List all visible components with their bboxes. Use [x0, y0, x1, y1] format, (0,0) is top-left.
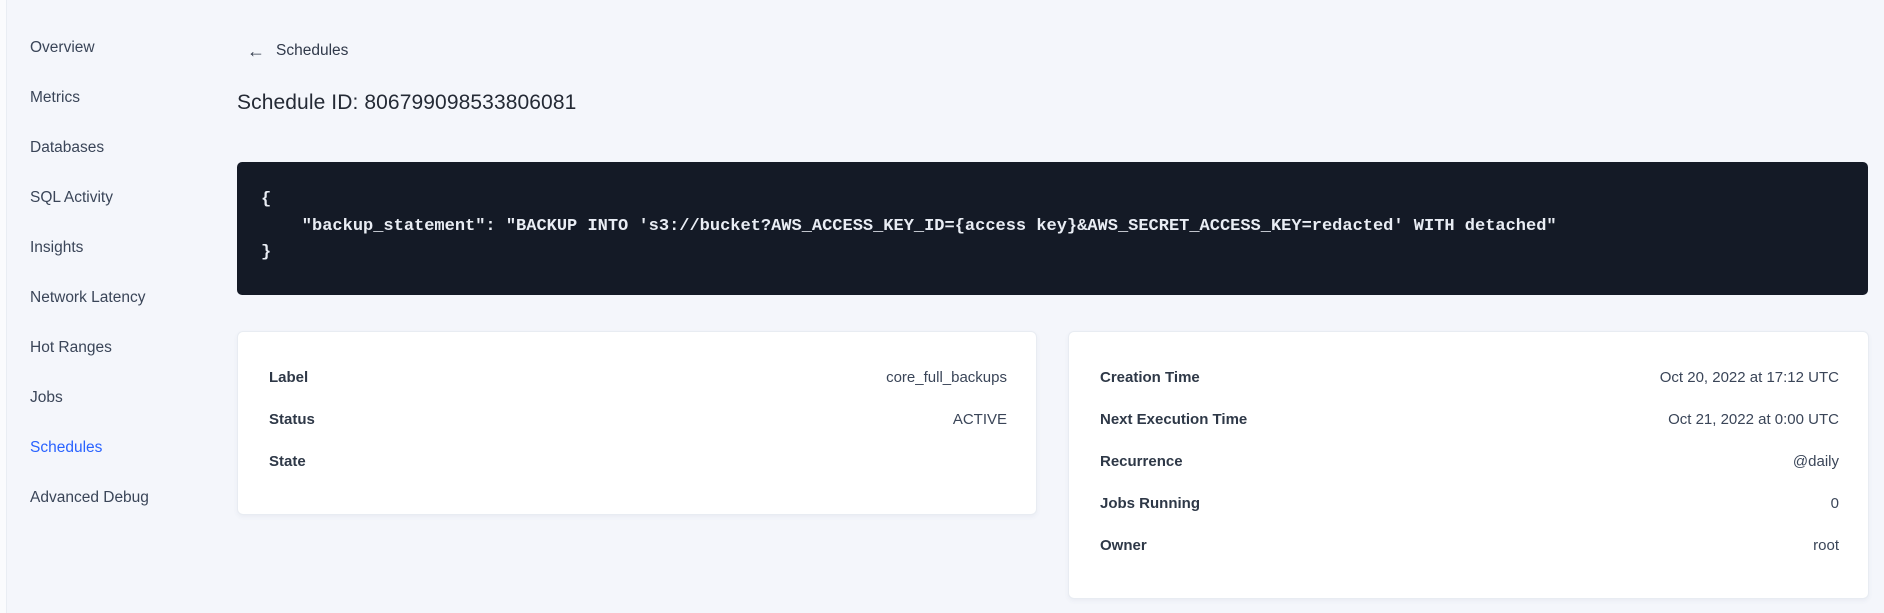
code-line: "backup_statement": "BACKUP INTO 's3://b…	[261, 216, 1557, 236]
detail-row-recurrence: Recurrence @daily	[1100, 440, 1839, 482]
sidebar-item-metrics[interactable]: Metrics	[8, 73, 236, 123]
schedule-details-page: Overview Metrics Databases SQL Activity …	[0, 0, 1884, 613]
sidebar-item-label: Insights	[30, 239, 84, 256]
row-label: Recurrence	[1100, 452, 1183, 470]
schedule-timing-card: Creation Time Oct 20, 2022 at 17:12 UTC …	[1068, 331, 1869, 599]
row-value: Oct 20, 2022 at 17:12 UTC	[1659, 368, 1839, 386]
detail-row-creation-time: Creation Time Oct 20, 2022 at 17:12 UTC	[1100, 356, 1839, 398]
detail-row-next-execution-time: Next Execution Time Oct 21, 2022 at 0:00…	[1100, 398, 1839, 440]
sidebar-item-sql-activity[interactable]: SQL Activity	[8, 173, 236, 223]
sidebar-item-schedules[interactable]: Schedules	[8, 423, 236, 473]
sidebar-item-label: Databases	[30, 139, 105, 156]
detail-row-jobs-running: Jobs Running 0	[1100, 482, 1839, 524]
row-label: Owner	[1100, 536, 1147, 554]
row-value: root	[1813, 536, 1839, 554]
row-value: ACTIVE	[952, 410, 1007, 428]
detail-row-owner: Owner root	[1100, 524, 1839, 566]
sidebar-item-label: Metrics	[30, 89, 80, 106]
row-label: State	[269, 452, 306, 470]
sidebar-item-insights[interactable]: Insights	[8, 223, 236, 273]
back-link-schedules[interactable]: ← Schedules	[247, 42, 348, 60]
row-label: Next Execution Time	[1100, 410, 1248, 428]
detail-row-state: State	[269, 440, 1007, 482]
row-value: 0	[1830, 494, 1839, 512]
sidebar-item-hot-ranges[interactable]: Hot Ranges	[8, 323, 236, 373]
detail-row-label: Label core_full_backups	[269, 356, 1007, 398]
detail-row-status: Status ACTIVE	[269, 398, 1007, 440]
sidebar-item-databases[interactable]: Databases	[8, 123, 236, 173]
row-label: Status	[269, 410, 315, 428]
code-line: {	[261, 190, 272, 209]
sidebar: Overview Metrics Databases SQL Activity …	[8, 23, 236, 523]
back-link-label: Schedules	[276, 42, 349, 59]
sidebar-item-label: Jobs	[30, 389, 63, 406]
page-title: Schedule ID: 806799098533806081	[237, 91, 577, 114]
sidebar-item-jobs[interactable]: Jobs	[8, 373, 236, 423]
sidebar-item-label: Overview	[30, 39, 95, 56]
sidebar-item-advanced-debug[interactable]: Advanced Debug	[8, 473, 236, 523]
sidebar-item-label: Schedules	[30, 439, 103, 456]
schedule-status-card: Label core_full_backups Status ACTIVE St…	[237, 331, 1037, 515]
row-value: @daily	[1792, 452, 1839, 470]
sidebar-item-label: Network Latency	[30, 289, 146, 306]
schedule-definition-code-block: { "backup_statement": "BACKUP INTO 's3:/…	[237, 162, 1868, 295]
sidebar-item-label: SQL Activity	[30, 189, 113, 206]
sidebar-item-network-latency[interactable]: Network Latency	[8, 273, 236, 323]
code-line: }	[261, 243, 272, 262]
row-value: Oct 21, 2022 at 0:00 UTC	[1668, 410, 1839, 428]
main-content: ← Schedules Schedule ID: 806799098533806…	[237, 0, 1869, 613]
row-label: Jobs Running	[1100, 494, 1200, 512]
sidebar-item-overview[interactable]: Overview	[8, 23, 236, 73]
row-label: Label	[269, 368, 309, 386]
sidebar-item-label: Advanced Debug	[30, 489, 149, 506]
row-value: core_full_backups	[886, 368, 1007, 386]
page-left-edge	[0, 0, 7, 613]
row-label: Creation Time	[1100, 368, 1200, 386]
back-arrow-icon: ←	[247, 41, 265, 61]
sidebar-item-label: Hot Ranges	[30, 339, 112, 356]
